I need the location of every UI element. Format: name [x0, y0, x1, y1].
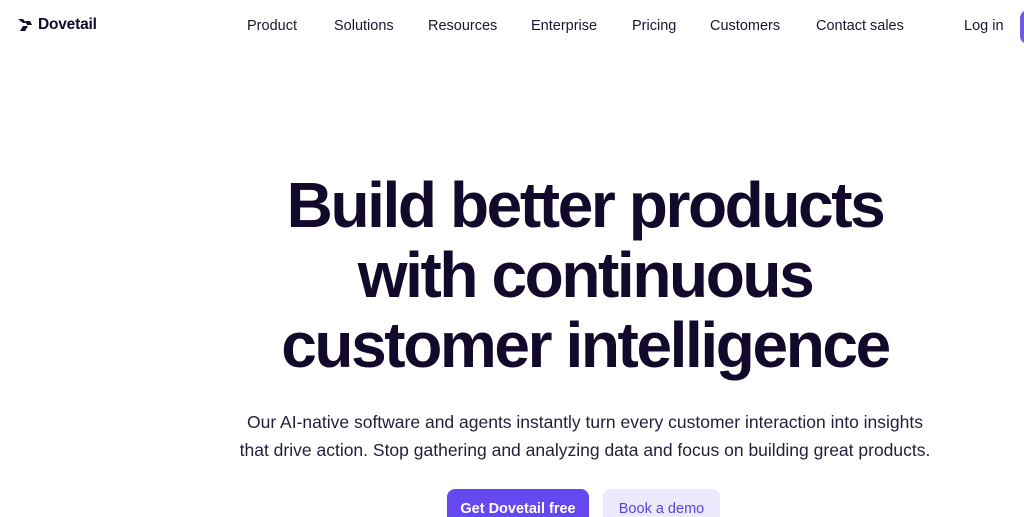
hero-subtitle-line: that drive action. Stop gathering and an…: [239, 440, 931, 460]
nav-link-product[interactable]: Product: [247, 18, 297, 34]
cta-row: Get Dovetail free Book a demo: [0, 489, 1024, 517]
login-link[interactable]: Log in: [964, 18, 1004, 34]
hero-subtitle-line: Our AI-native software and agents instan…: [246, 412, 924, 432]
primary-nav: Product Solutions Resources Enterprise P…: [0, 18, 1024, 38]
book-demo-button[interactable]: Book a demo: [603, 489, 720, 517]
top-navigation: Dovetail Product Solutions Resources Ent…: [0, 0, 1024, 54]
signup-button[interactable]: [1020, 10, 1024, 44]
hero-subtitle: Our AI-native software and agents instan…: [190, 408, 980, 464]
nav-link-pricing[interactable]: Pricing: [632, 18, 676, 34]
nav-link-enterprise[interactable]: Enterprise: [531, 18, 597, 34]
nav-link-contact-sales[interactable]: Contact sales: [816, 18, 904, 34]
nav-link-resources[interactable]: Resources: [428, 18, 497, 34]
hero-title-line: Build better products: [286, 169, 886, 241]
nav-link-solutions[interactable]: Solutions: [334, 18, 394, 34]
hero-title-line: customer intelligence: [281, 309, 891, 381]
hero-title-line: with continuous: [357, 239, 815, 311]
hero-title: Build better products with continuous cu…: [0, 170, 1024, 380]
page: Dovetail Product Solutions Resources Ent…: [0, 0, 1024, 517]
get-dovetail-free-button[interactable]: Get Dovetail free: [447, 489, 589, 517]
nav-link-customers[interactable]: Customers: [710, 18, 780, 34]
